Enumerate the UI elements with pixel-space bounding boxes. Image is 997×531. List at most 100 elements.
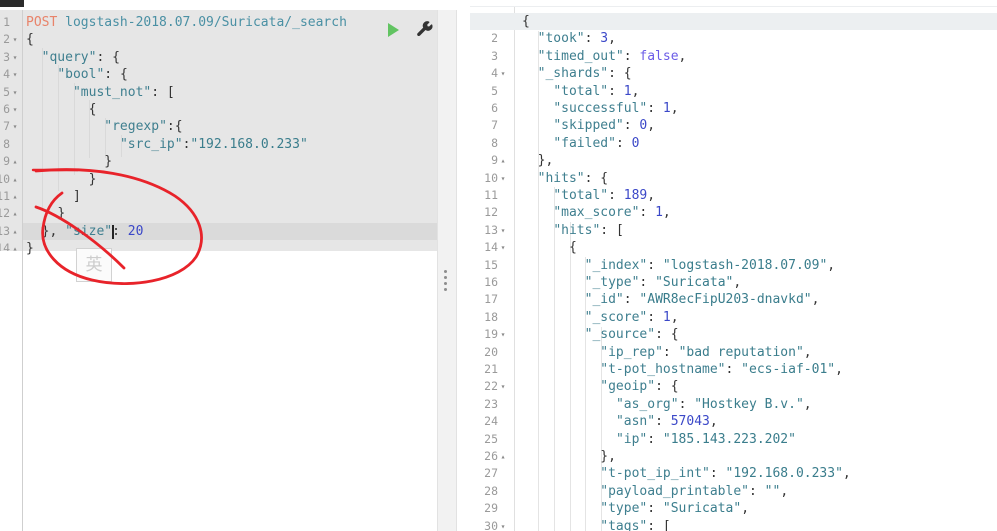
fold-collapse-icon[interactable]: ▾ <box>499 65 507 82</box>
code-line[interactable]: "t-pot_ip_int": "192.168.0.233", <box>522 465 850 482</box>
line-number: 13 <box>484 222 498 237</box>
code-line[interactable]: "_source": { <box>522 326 679 343</box>
line-number: 2 <box>491 31 498 46</box>
code-line[interactable]: "_shards": { <box>522 65 632 82</box>
fold-collapse-icon[interactable]: ▾ <box>11 66 19 83</box>
fold-expand-icon[interactable]: ▴ <box>11 205 19 222</box>
code-line[interactable]: "must_not": [ <box>26 84 175 101</box>
line-number: 15 <box>484 257 498 272</box>
code-line[interactable]: "payload_printable": "", <box>522 483 788 500</box>
code-line[interactable]: "max_score": 1, <box>522 204 670 221</box>
code-line[interactable]: "src_ip":"192.168.0.233" <box>26 136 308 153</box>
fold-collapse-icon[interactable]: ▾ <box>499 239 507 256</box>
line-number: 29 <box>484 501 498 516</box>
line-number: 17 <box>484 292 498 307</box>
code-line[interactable]: "type": "Suricata", <box>522 500 749 517</box>
line-number: 26 <box>484 449 498 463</box>
line-number: 13 <box>0 223 10 238</box>
code-line[interactable]: "bool": { <box>26 66 127 83</box>
code-line[interactable]: { <box>522 239 577 256</box>
line-number: 5 <box>3 84 10 99</box>
code-line[interactable]: "ip": "185.143.223.202" <box>522 431 796 448</box>
fold-collapse-icon[interactable]: ▾ <box>11 101 19 118</box>
fold-expand-icon[interactable]: ▴ <box>11 171 19 188</box>
code-line[interactable]: "hits": { <box>522 170 608 187</box>
code-line[interactable]: "total": 189, <box>522 187 655 204</box>
fold-expand-icon[interactable]: ▴ <box>499 152 507 169</box>
code-line[interactable]: { <box>26 101 97 118</box>
request-editor-pane[interactable]: 12▾3▾4▾5▾6▾7▾89▴10▴11▴12▴13▴14▴ POST log… <box>0 10 437 531</box>
line-number: 23 <box>484 396 498 411</box>
request-editor-gutter[interactable]: 12▾3▾4▾5▾6▾7▾89▴10▴11▴12▴13▴14▴ <box>0 10 23 255</box>
line-number: 3 <box>3 49 10 64</box>
code-line[interactable]: } <box>26 240 34 257</box>
line-number: 8 <box>491 135 498 150</box>
code-line[interactable]: "_id": "AWR8ecFipU203-dnavkd", <box>522 291 820 308</box>
wrench-icon[interactable] <box>416 21 434 39</box>
code-line[interactable]: } <box>26 153 112 170</box>
code-line[interactable]: "total": 1, <box>522 83 639 100</box>
line-number: 10 <box>0 171 10 186</box>
code-line[interactable]: ] <box>26 188 81 205</box>
send-request-play-icon[interactable] <box>388 23 399 37</box>
code-line[interactable]: "ip_rep": "bad reputation", <box>522 344 811 361</box>
code-line[interactable]: "hits": [ <box>522 222 623 239</box>
text-caret <box>112 224 114 239</box>
code-line[interactable]: "as_org": "Hostkey B.v.", <box>522 396 812 413</box>
fold-expand-icon[interactable]: ▴ <box>11 153 19 170</box>
response-gutter: 1▾234▾56789▴10▾111213▾14▾1516171819▾2021… <box>470 7 515 531</box>
line-number: 14 <box>484 240 498 255</box>
response-viewer-pane[interactable]: 1▾234▾56789▴10▾111213▾14▾1516171819▾2021… <box>470 7 997 531</box>
line-number: 9 <box>491 153 498 168</box>
splitter-grip-icon[interactable] <box>444 270 448 292</box>
code-line[interactable]: "took": 3, <box>522 30 616 47</box>
line-number: 1 <box>3 15 10 29</box>
code-line[interactable]: "asn": 57043, <box>522 413 718 430</box>
line-number: 12 <box>0 206 10 221</box>
code-line[interactable]: } <box>26 171 97 188</box>
code-line[interactable]: "geoip": { <box>522 378 678 395</box>
line-number: 20 <box>484 344 498 359</box>
code-line[interactable]: POST logstash-2018.07.09/Suricata/_searc… <box>26 14 347 31</box>
code-line[interactable]: }, <box>522 448 616 465</box>
fold-collapse-icon[interactable]: ▾ <box>11 49 19 66</box>
fold-collapse-icon[interactable]: ▾ <box>499 222 507 239</box>
request-editor-gutter-tail <box>0 251 23 531</box>
code-line[interactable]: "_index": "logstash-2018.07.09", <box>522 257 835 274</box>
code-line[interactable]: { <box>522 13 530 30</box>
fold-collapse-icon[interactable]: ▾ <box>499 326 507 343</box>
fold-collapse-icon[interactable]: ▾ <box>499 170 507 187</box>
ime-indicator: 英 <box>76 248 112 282</box>
code-line[interactable]: "failed": 0 <box>522 135 639 152</box>
fold-collapse-icon[interactable]: ▾ <box>499 378 507 395</box>
line-number: 25 <box>484 431 498 446</box>
code-line[interactable]: "timed_out": false, <box>522 48 687 65</box>
fold-collapse-icon[interactable]: ▾ <box>499 518 507 531</box>
code-line[interactable]: }, <box>522 152 554 169</box>
pane-splitter[interactable] <box>437 10 457 531</box>
fold-collapse-icon[interactable]: ▾ <box>11 84 19 101</box>
active-line-band <box>470 13 997 31</box>
line-number: 4 <box>491 66 498 81</box>
code-line[interactable]: } <box>26 205 65 222</box>
code-line[interactable]: "successful": 1, <box>522 100 678 117</box>
fold-expand-icon[interactable]: ▴ <box>11 188 19 205</box>
code-line[interactable]: "_score": 1, <box>522 309 679 326</box>
code-line[interactable]: "t-pot_hostname": "ecs-iaf-01", <box>522 361 843 378</box>
code-line[interactable]: "skipped": 0, <box>522 117 655 134</box>
line-number: 28 <box>484 483 498 498</box>
code-line[interactable]: "_type": "Suricata", <box>522 274 742 291</box>
fold-expand-icon[interactable]: ▴ <box>499 448 507 465</box>
fold-collapse-icon[interactable]: ▾ <box>11 118 19 135</box>
line-number: 9 <box>3 154 10 169</box>
line-number: 7 <box>3 119 10 134</box>
code-line[interactable]: "query": { <box>26 49 120 66</box>
code-line[interactable]: "regexp":{ <box>26 118 182 135</box>
fold-expand-icon[interactable]: ▴ <box>11 223 19 240</box>
code-line[interactable]: }, "size": 20 <box>26 223 144 240</box>
line-number: 30 <box>484 518 498 531</box>
code-line[interactable]: "tags": [ <box>522 518 670 531</box>
code-line[interactable]: { <box>26 31 34 48</box>
fold-collapse-icon[interactable]: ▾ <box>11 31 19 48</box>
console-app: 12▾3▾4▾5▾6▾7▾89▴10▴11▴12▴13▴14▴ POST log… <box>0 0 997 531</box>
